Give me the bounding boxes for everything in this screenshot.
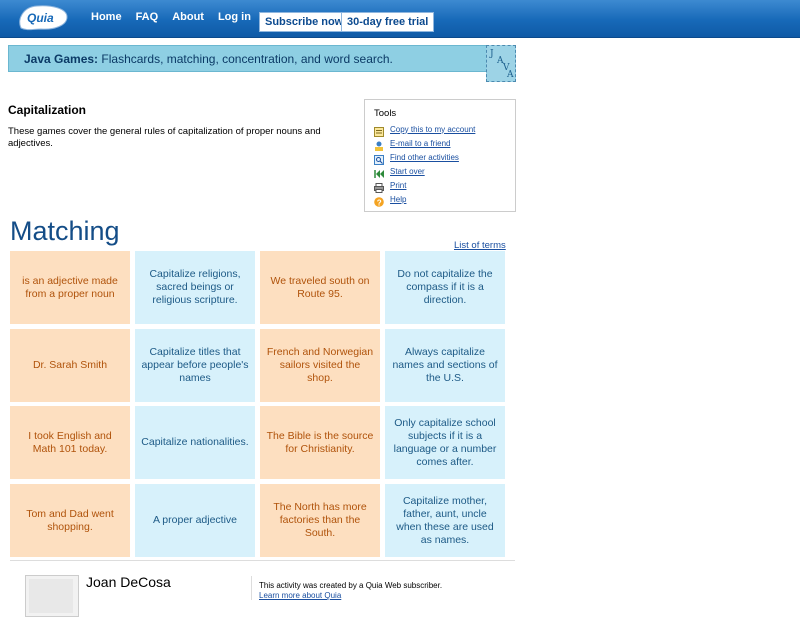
nav-faq[interactable]: FAQ bbox=[136, 11, 159, 23]
match-card[interactable]: is an adjective made from a proper noun bbox=[10, 251, 130, 324]
java-letter: J bbox=[490, 49, 494, 59]
tool-start-over-label[interactable]: Start over bbox=[390, 167, 425, 176]
nav-home[interactable]: Home bbox=[91, 11, 122, 23]
tool-help[interactable]: ? Help bbox=[374, 193, 406, 207]
tool-email-label[interactable]: E-mail to a friend bbox=[390, 139, 450, 148]
banner-description: Flashcards, matching, concentration, and… bbox=[101, 52, 393, 66]
main-nav: Home FAQ About Log in bbox=[91, 11, 265, 23]
match-card[interactable]: The Bible is the source for Christianity… bbox=[260, 406, 380, 479]
tool-find-label[interactable]: Find other activities bbox=[390, 153, 459, 162]
match-card[interactable]: French and Norwegian sailors visited the… bbox=[260, 329, 380, 402]
svg-text:?: ? bbox=[377, 198, 382, 207]
list-of-terms-link[interactable]: List of terms bbox=[454, 240, 506, 251]
vertical-divider bbox=[251, 576, 252, 600]
match-card[interactable]: A proper adjective bbox=[135, 484, 255, 557]
matching-heading: Matching bbox=[10, 216, 120, 246]
page-title: Capitalization bbox=[8, 103, 87, 117]
help-icon: ? bbox=[374, 194, 384, 207]
email-icon bbox=[374, 138, 384, 151]
top-nav-bar: Quia Home FAQ About Log in Subscribe now… bbox=[0, 0, 800, 38]
match-card[interactable]: Capitalize religions, sacred beings or r… bbox=[135, 251, 255, 324]
tools-title: Tools bbox=[374, 108, 397, 119]
tools-panel: Tools Copy this to my account E-mail to … bbox=[364, 99, 516, 212]
tool-email[interactable]: E-mail to a friend bbox=[374, 137, 450, 151]
tool-copy-label[interactable]: Copy this to my account bbox=[390, 125, 475, 134]
logo-text: Quia bbox=[27, 11, 54, 25]
match-card[interactable]: Only capitalize school subjects if it is… bbox=[385, 406, 505, 479]
tool-print[interactable]: Print bbox=[374, 179, 406, 193]
match-card[interactable]: We traveled south on Route 95. bbox=[260, 251, 380, 324]
java-games-banner: Java Games: Flashcards, matching, concen… bbox=[8, 45, 516, 72]
java-icon: J A V A bbox=[486, 45, 516, 82]
match-card[interactable]: Tom and Dad went shopping. bbox=[10, 484, 130, 557]
learn-more-link[interactable]: Learn more about Quia bbox=[259, 591, 341, 600]
avatar bbox=[25, 575, 79, 617]
subscribe-button[interactable]: Subscribe now bbox=[259, 12, 350, 32]
match-card[interactable]: Capitalize titles that appear before peo… bbox=[135, 329, 255, 402]
match-card[interactable]: Dr. Sarah Smith bbox=[10, 329, 130, 402]
match-card[interactable]: Do not capitalize the compass if it is a… bbox=[385, 251, 505, 324]
author-name: Joan DeCosa bbox=[86, 574, 171, 590]
rewind-icon bbox=[374, 166, 384, 178]
page-description: These games cover the general rules of c… bbox=[8, 126, 321, 149]
print-icon bbox=[374, 180, 384, 193]
divider bbox=[10, 560, 515, 561]
quia-logo[interactable]: Quia bbox=[15, 3, 71, 33]
tool-start-over[interactable]: Start over bbox=[374, 165, 425, 178]
nav-about[interactable]: About bbox=[172, 11, 204, 23]
copy-icon bbox=[374, 124, 384, 137]
search-icon bbox=[374, 152, 384, 165]
tool-find[interactable]: Find other activities bbox=[374, 151, 459, 165]
match-card[interactable]: Capitalize nationalities. bbox=[135, 406, 255, 479]
java-letter: A bbox=[507, 70, 514, 80]
banner-text: Java Games: Flashcards, matching, concen… bbox=[24, 52, 393, 66]
match-card[interactable]: The North has more factories than the So… bbox=[260, 484, 380, 557]
match-card[interactable]: I took English and Math 101 today. bbox=[10, 406, 130, 479]
match-card[interactable]: Always capitalize names and sections of … bbox=[385, 329, 505, 402]
nav-login[interactable]: Log in bbox=[218, 11, 251, 23]
tool-print-label[interactable]: Print bbox=[390, 181, 406, 190]
tool-help-label[interactable]: Help bbox=[390, 195, 406, 204]
tool-copy[interactable]: Copy this to my account bbox=[374, 123, 475, 137]
match-card[interactable]: Capitalize mother, father, aunt, uncle w… bbox=[385, 484, 505, 557]
created-by-text: This activity was created by a Quia Web … bbox=[259, 581, 443, 590]
trial-button[interactable]: 30-day free trial bbox=[341, 12, 435, 32]
banner-label: Java Games: bbox=[24, 52, 99, 66]
avatar-placeholder bbox=[29, 579, 73, 613]
